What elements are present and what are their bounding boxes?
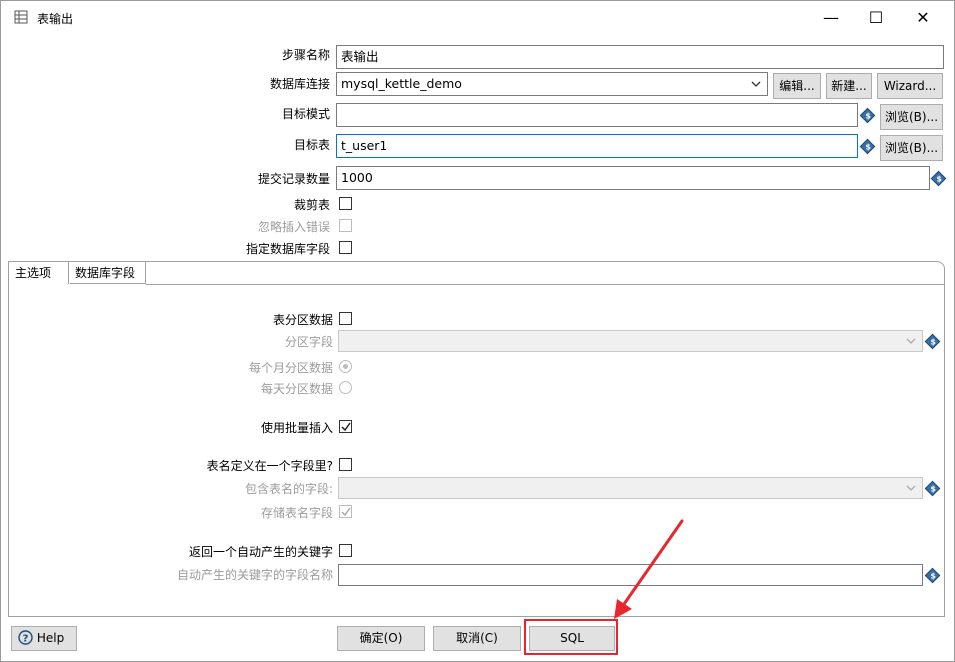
ignore-errors-label: 忽略插入错误: [257, 220, 330, 234]
table-name-in-field-checkbox[interactable]: [339, 458, 352, 471]
title-bar: 表输出 — ☐ ✕: [1, 1, 952, 33]
step-name-input[interactable]: 表输出: [336, 45, 944, 69]
specify-fields-label: 指定数据库字段: [245, 242, 330, 256]
chevron-down-icon: [906, 485, 916, 491]
monthly-radio[interactable]: [339, 360, 352, 373]
help-label: Help: [36, 631, 65, 645]
partition-field-select[interactable]: [338, 330, 923, 352]
truncate-checkbox[interactable]: [339, 197, 352, 210]
monthly-label: 每个月分区数据: [248, 361, 333, 375]
chevron-down-icon: [906, 338, 916, 344]
partition-label: 表分区数据: [272, 313, 333, 327]
tab-main-options[interactable]: 主选项: [9, 262, 69, 284]
chevron-down-icon: [751, 81, 761, 87]
help-icon: ?: [18, 630, 33, 645]
connection-select[interactable]: mysql_kettle_demo: [336, 72, 768, 96]
target-schema-label: 目标模式: [281, 107, 330, 121]
new-connection-button[interactable]: 新建...: [826, 73, 872, 99]
return-key-checkbox[interactable]: [339, 544, 352, 557]
batch-insert-label: 使用批量插入: [260, 421, 333, 435]
connection-value: mysql_kettle_demo: [341, 76, 462, 91]
edit-connection-button[interactable]: 编辑...: [773, 73, 821, 99]
batch-insert-checkbox[interactable]: [339, 420, 352, 433]
commit-size-label: 提交记录数量: [257, 172, 330, 186]
step-name-label: 步骤名称: [281, 48, 330, 62]
return-key-label: 返回一个自动产生的关键字: [188, 545, 333, 559]
partition-field-label: 分区字段: [284, 335, 333, 349]
browse-schema-button[interactable]: 浏览(B)...: [880, 104, 943, 130]
daily-radio[interactable]: [339, 381, 352, 394]
close-button[interactable]: ✕: [901, 5, 945, 31]
store-table-name-label: 存储表名字段: [260, 506, 333, 520]
daily-label: 每天分区数据: [260, 382, 333, 396]
browse-table-button[interactable]: 浏览(B)...: [880, 135, 943, 161]
tab-divider: [146, 284, 944, 285]
maximize-button[interactable]: ☐: [854, 5, 898, 31]
table-name-field-label: 包含表名的字段:: [244, 482, 333, 496]
ignore-errors-checkbox[interactable]: [339, 219, 352, 232]
radio-dot: [343, 364, 348, 369]
checkmark-icon: [341, 507, 351, 517]
table-name-field-select[interactable]: [338, 477, 923, 499]
annotation-arrow-icon: [614, 519, 684, 619]
target-table-label: 目标表: [293, 138, 330, 152]
table-output-icon: [14, 10, 28, 24]
key-field-name-label: 自动产生的关键字的字段名称: [176, 568, 333, 582]
commit-size-input[interactable]: 1000: [336, 166, 930, 190]
connection-label: 数据库连接: [269, 77, 330, 91]
partition-checkbox[interactable]: [339, 312, 352, 325]
window-title: 表输出: [37, 12, 74, 26]
table-name-in-field-label: 表名定义在一个字段里?: [206, 459, 333, 473]
checkmark-icon: [341, 422, 351, 432]
specify-fields-checkbox[interactable]: [339, 241, 352, 254]
svg-text:?: ?: [23, 634, 29, 645]
minimize-button[interactable]: —: [809, 5, 853, 31]
cancel-button[interactable]: 取消(C): [433, 626, 521, 651]
target-table-input[interactable]: t_user1: [336, 134, 858, 158]
target-schema-input[interactable]: [336, 103, 858, 127]
wizard-button[interactable]: Wizard...: [877, 73, 943, 99]
tab-database-fields[interactable]: 数据库字段: [70, 262, 146, 284]
truncate-label: 裁剪表: [293, 198, 330, 212]
ok-button[interactable]: 确定(O): [337, 626, 425, 651]
store-table-name-checkbox[interactable]: [339, 505, 352, 518]
help-button[interactable]: ? Help: [11, 626, 77, 651]
